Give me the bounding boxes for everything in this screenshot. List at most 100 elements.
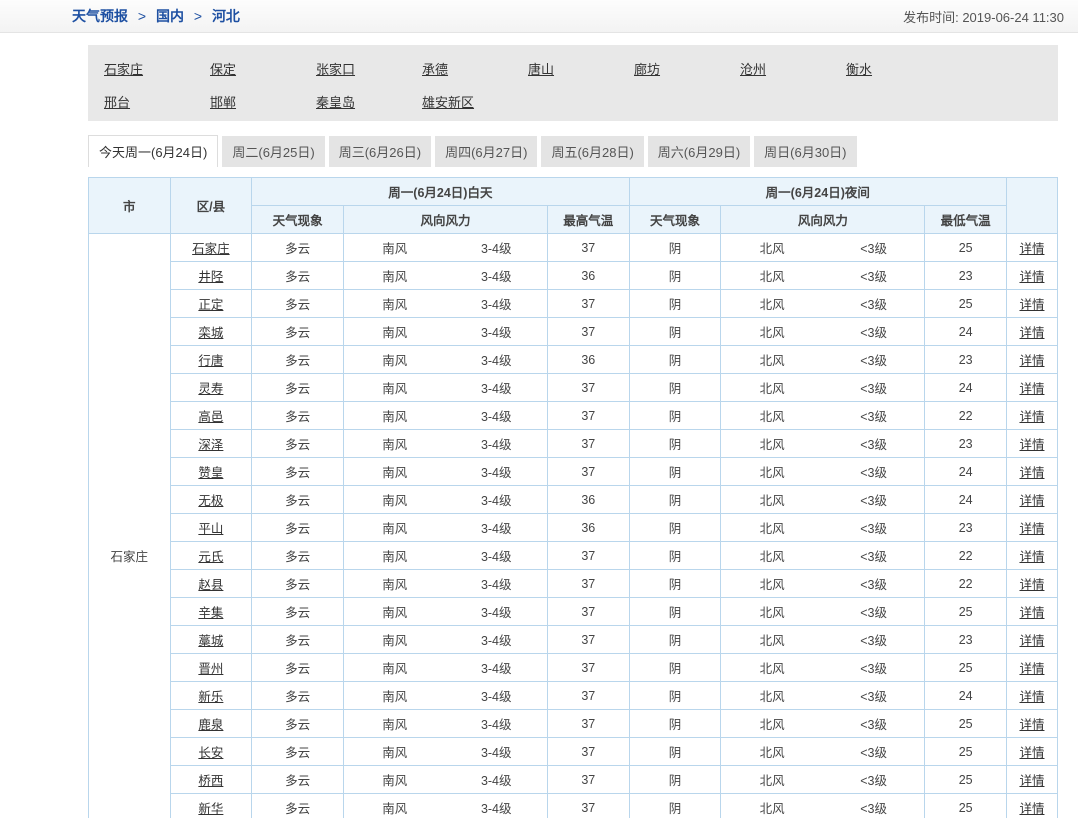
county-link[interactable]: 井陉 — [198, 270, 223, 284]
county-link[interactable]: 辛集 — [198, 606, 223, 620]
detail-link[interactable]: 详情 — [1019, 242, 1044, 256]
county-link[interactable]: 新华 — [198, 802, 223, 816]
detail-link[interactable]: 详情 — [1019, 662, 1044, 676]
city-link[interactable]: 邢台 — [104, 88, 210, 121]
date-tab[interactable]: 周二(6月25日) — [222, 136, 324, 167]
county-link[interactable]: 行唐 — [198, 354, 223, 368]
detail-link[interactable]: 详情 — [1019, 606, 1044, 620]
detail-link[interactable]: 详情 — [1019, 690, 1044, 704]
detail-link[interactable]: 详情 — [1019, 298, 1044, 312]
day-wind: 南风3-4级 — [343, 290, 547, 318]
date-tab[interactable]: 周四(6月27日) — [435, 136, 537, 167]
breadcrumb-forecast[interactable]: 天气预报 — [72, 8, 128, 24]
county-link[interactable]: 栾城 — [198, 326, 223, 340]
breadcrumb-province[interactable]: 河北 — [212, 8, 240, 24]
detail-link[interactable]: 详情 — [1019, 802, 1044, 816]
detail-link[interactable]: 详情 — [1019, 466, 1044, 480]
night-phenomenon: 阴 — [629, 486, 721, 514]
detail-cell: 详情 — [1006, 766, 1057, 794]
county-link[interactable]: 鹿泉 — [198, 718, 223, 732]
night-wind: 北风<3级 — [721, 682, 925, 710]
day-phenomenon: 多云 — [252, 262, 344, 290]
county-link[interactable]: 元氏 — [198, 550, 223, 564]
day-wind: 南风3-4级 — [343, 626, 547, 654]
low-temp: 24 — [925, 486, 1007, 514]
detail-link[interactable]: 详情 — [1019, 718, 1044, 732]
date-tab[interactable]: 周五(6月28日) — [541, 136, 643, 167]
day-phenomenon: 多云 — [252, 738, 344, 766]
high-temp: 37 — [547, 430, 629, 458]
detail-cell: 详情 — [1006, 430, 1057, 458]
county-link[interactable]: 正定 — [198, 298, 223, 312]
night-wind: 北风<3级 — [721, 402, 925, 430]
county-cell: 赵县 — [170, 570, 252, 598]
date-tab[interactable]: 周六(6月29日) — [648, 136, 750, 167]
city-link[interactable]: 石家庄 — [104, 55, 210, 88]
city-link[interactable]: 张家口 — [316, 55, 422, 88]
th-night-phen: 天气现象 — [629, 206, 721, 234]
breadcrumb-sep: > — [188, 8, 208, 24]
city-link[interactable]: 廊坊 — [634, 55, 740, 88]
day-phenomenon: 多云 — [252, 654, 344, 682]
county-link[interactable]: 深泽 — [198, 438, 223, 452]
date-tab[interactable]: 今天周一(6月24日) — [88, 135, 218, 167]
detail-link[interactable]: 详情 — [1019, 410, 1044, 424]
city-link[interactable]: 雄安新区 — [422, 88, 528, 121]
county-link[interactable]: 新乐 — [198, 690, 223, 704]
county-link[interactable]: 藁城 — [198, 634, 223, 648]
detail-link[interactable]: 详情 — [1019, 438, 1044, 452]
county-link[interactable]: 桥西 — [198, 774, 223, 788]
table-row: 井陉 多云 南风3-4级 36 阴 北风<3级 23 详情 — [89, 262, 1058, 290]
night-phenomenon: 阴 — [629, 682, 721, 710]
detail-cell: 详情 — [1006, 626, 1057, 654]
county-link[interactable]: 晋州 — [198, 662, 223, 676]
city-link[interactable]: 保定 — [210, 55, 316, 88]
high-temp: 37 — [547, 374, 629, 402]
detail-link[interactable]: 详情 — [1019, 494, 1044, 508]
city-link[interactable]: 沧州 — [740, 55, 846, 88]
detail-cell: 详情 — [1006, 654, 1057, 682]
county-link[interactable]: 高邑 — [198, 410, 223, 424]
county-cell: 灵寿 — [170, 374, 252, 402]
table-row: 新华 多云 南风3-4级 37 阴 北风<3级 25 详情 — [89, 794, 1058, 818]
detail-link[interactable]: 详情 — [1019, 270, 1044, 284]
high-temp: 37 — [547, 290, 629, 318]
day-wind: 南风3-4级 — [343, 262, 547, 290]
date-tab[interactable]: 周三(6月26日) — [329, 136, 431, 167]
city-link[interactable]: 唐山 — [528, 55, 634, 88]
county-link[interactable]: 赵县 — [198, 578, 223, 592]
forecast-table: 市 区/县 周一(6月24日)白天 周一(6月24日)夜间 天气现象 风向风力 … — [88, 177, 1058, 818]
detail-link[interactable]: 详情 — [1019, 774, 1044, 788]
day-phenomenon: 多云 — [252, 430, 344, 458]
county-link[interactable]: 平山 — [198, 522, 223, 536]
night-wind: 北风<3级 — [721, 290, 925, 318]
day-phenomenon: 多云 — [252, 514, 344, 542]
city-link[interactable]: 衡水 — [846, 55, 952, 88]
city-link[interactable]: 秦皇岛 — [316, 88, 422, 121]
night-wind: 北风<3级 — [721, 374, 925, 402]
table-row: 赞皇 多云 南风3-4级 37 阴 北风<3级 24 详情 — [89, 458, 1058, 486]
date-tab[interactable]: 周日(6月30日) — [754, 136, 856, 167]
county-link[interactable]: 石家庄 — [192, 242, 230, 256]
city-link[interactable]: 承德 — [422, 55, 528, 88]
day-wind: 南风3-4级 — [343, 570, 547, 598]
county-cell: 石家庄 — [170, 234, 252, 262]
county-link[interactable]: 赞皇 — [198, 466, 223, 480]
detail-link[interactable]: 详情 — [1019, 326, 1044, 340]
county-cell: 元氏 — [170, 542, 252, 570]
detail-link[interactable]: 详情 — [1019, 382, 1044, 396]
detail-link[interactable]: 详情 — [1019, 522, 1044, 536]
detail-link[interactable]: 详情 — [1019, 550, 1044, 564]
detail-link[interactable]: 详情 — [1019, 354, 1044, 368]
th-low: 最低气温 — [925, 206, 1007, 234]
county-link[interactable]: 长安 — [198, 746, 223, 760]
county-link[interactable]: 灵寿 — [198, 382, 223, 396]
detail-link[interactable]: 详情 — [1019, 746, 1044, 760]
city-link[interactable]: 邯郸 — [210, 88, 316, 121]
breadcrumb-domestic[interactable]: 国内 — [156, 8, 184, 24]
detail-link[interactable]: 详情 — [1019, 634, 1044, 648]
county-link[interactable]: 无极 — [198, 494, 223, 508]
county-cell: 无极 — [170, 486, 252, 514]
high-temp: 37 — [547, 766, 629, 794]
detail-link[interactable]: 详情 — [1019, 578, 1044, 592]
